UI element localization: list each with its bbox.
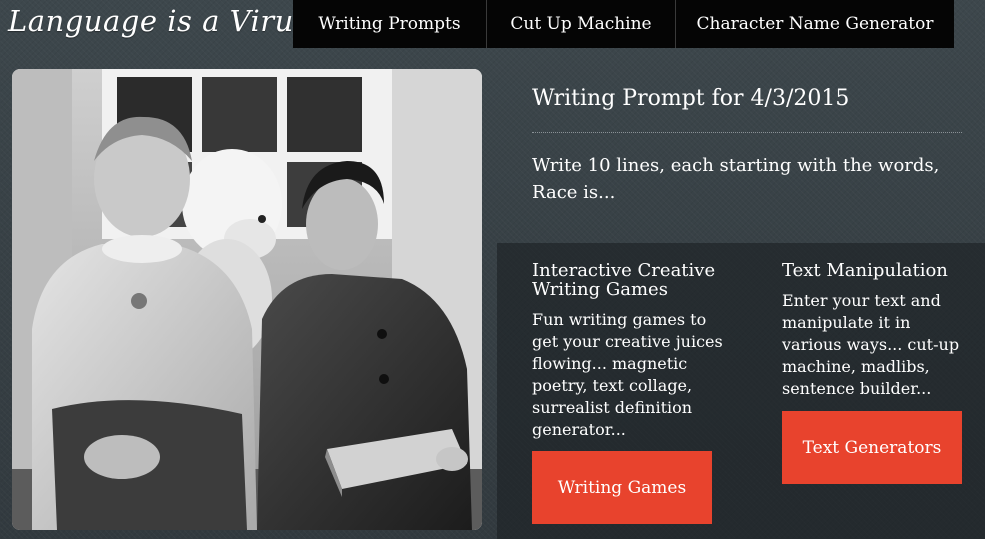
portrait-photo-image: [12, 69, 482, 530]
text-generators-button[interactable]: Text Generators: [782, 411, 962, 484]
writing-games-button[interactable]: Writing Games: [532, 451, 712, 524]
site-logo[interactable]: Language is a Virus: [8, 4, 309, 38]
nav-cut-up-machine[interactable]: Cut Up Machine: [487, 0, 676, 48]
nav-character-name-generator[interactable]: Character Name Generator: [676, 0, 954, 48]
main-nav: Writing Prompts Cut Up Machine Character…: [293, 0, 954, 48]
prompt-text: Write 10 lines, each starting with the w…: [532, 155, 940, 203]
games-description: Fun writing games to get your creative j…: [532, 310, 723, 439]
portrait-photo: [12, 69, 482, 530]
text-manipulation-title: Text Manipulation: [782, 260, 948, 281]
text-manipulation-description: Enter your text and manipulate it in var…: [782, 291, 960, 398]
nav-writing-prompts[interactable]: Writing Prompts: [293, 0, 487, 48]
games-title: Interactive Creative Writing Games: [532, 260, 716, 300]
divider: [532, 132, 962, 133]
prompt-heading: Writing Prompt for 4/3/2015: [532, 86, 850, 111]
